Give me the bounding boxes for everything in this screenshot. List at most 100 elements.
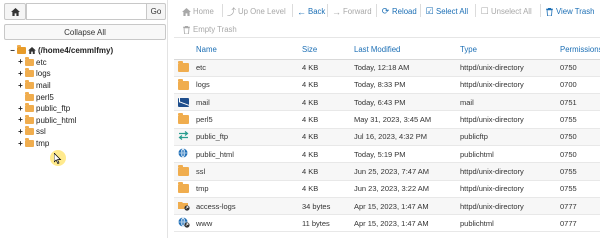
folder-icon: [178, 182, 189, 194]
tree-item-label: perl5: [36, 92, 54, 102]
tree-root-label: (/home4/cemmlfmy): [38, 46, 114, 56]
toolbar-divider: [327, 4, 328, 17]
file-modified: Jul 16, 2023, 4:32 PM: [354, 128, 460, 146]
go-button[interactable]: Go: [146, 3, 166, 20]
directory-tree-panel: Go Collapse All − (/home4/cemmlfmy) + et…: [0, 0, 168, 238]
tree-item-public-ftp[interactable]: + public_ftp: [9, 103, 165, 115]
home-button[interactable]: Home: [182, 7, 214, 16]
file-name[interactable]: public_html: [196, 145, 302, 164]
tree-item-label: etc: [36, 57, 47, 67]
unselect-all-button[interactable]: ☐ Unselect All: [480, 6, 531, 16]
table-row[interactable]: www 11 bytes Apr 15, 2023, 1:47 AM publi…: [174, 214, 600, 233]
back-label: Back: [308, 7, 326, 16]
file-name[interactable]: ssl: [196, 162, 302, 181]
file-name[interactable]: www: [196, 214, 302, 233]
home-directory-button[interactable]: [4, 3, 26, 20]
expand-toggle-icon[interactable]: +: [17, 58, 24, 66]
column-header-type[interactable]: Type: [460, 40, 560, 60]
tree-item-perl5[interactable]: perl5: [9, 91, 165, 103]
table-row[interactable]: tmp 4 KB Jun 23, 2023, 3:22 AM httpd/uni…: [174, 180, 600, 198]
file-permissions[interactable]: 0750: [560, 128, 600, 146]
folder-icon: [25, 103, 34, 113]
tree-root[interactable]: − (/home4/cemmlfmy): [9, 45, 165, 57]
expand-toggle-icon[interactable]: +: [17, 81, 24, 90]
tree-item-etc[interactable]: + etc: [9, 56, 165, 69]
file-type: httpd/unix-directory: [460, 110, 560, 129]
file-permissions[interactable]: 0777: [560, 214, 600, 233]
table-row[interactable]: mail 4 KB Today, 6:43 PM mail 0751: [174, 93, 600, 112]
file-modified: Apr 15, 2023, 1:47 AM: [354, 197, 460, 216]
toolbar-divider: [376, 4, 377, 17]
checked-box-icon: ☑: [425, 6, 434, 16]
file-name[interactable]: etc: [196, 59, 302, 77]
file-type: publichtml: [460, 145, 560, 164]
tree-item-ssl[interactable]: + ssl: [9, 126, 165, 138]
tree-item-label: ssl: [36, 127, 46, 137]
file-name[interactable]: perl5: [196, 110, 302, 129]
home-icon: [182, 7, 191, 16]
toolbar-divider: [540, 4, 541, 17]
file-name[interactable]: tmp: [196, 180, 302, 198]
file-name[interactable]: access-logs: [196, 197, 302, 216]
table-row[interactable]: public_ftp 4 KB Jul 16, 2023, 4:32 PM pu…: [174, 128, 600, 146]
view-trash-button[interactable]: View Trash: [545, 7, 594, 16]
up-one-level-button[interactable]: ⤴ Up One Level: [227, 7, 286, 17]
folder-icon: [25, 68, 34, 78]
expand-toggle-icon[interactable]: +: [17, 69, 24, 78]
file-permissions[interactable]: 0777: [560, 197, 600, 216]
expand-toggle-icon[interactable]: +: [17, 104, 24, 113]
file-size: 4 KB: [302, 59, 354, 77]
folder-icon: [25, 91, 34, 101]
tree-item-label: logs: [36, 69, 51, 79]
select-all-button[interactable]: ☑ Select All: [425, 6, 468, 16]
expand-toggle-icon[interactable]: +: [17, 127, 24, 136]
unchecked-box-icon: ☐: [480, 6, 489, 16]
table-row[interactable]: etc 4 KB Today, 12:18 AM httpd/unix-dire…: [174, 59, 600, 77]
file-permissions[interactable]: 0751: [560, 93, 600, 112]
forward-button[interactable]: → Forward: [332, 7, 372, 17]
file-name[interactable]: public_ftp: [196, 128, 302, 146]
empty-trash-button[interactable]: Empty Trash: [182, 25, 237, 34]
file-manager-toolbar: Home ⤴ Up One Level ← Back → Forward ⟳ R…: [174, 0, 600, 38]
table-row[interactable]: ssl 4 KB Jun 25, 2023, 7:47 AM httpd/uni…: [174, 162, 600, 181]
expand-toggle-icon[interactable]: +: [17, 139, 24, 148]
file-permissions[interactable]: 0755: [560, 180, 600, 198]
ftp-transfer-icon: [178, 131, 189, 141]
folder-symlink-icon: [178, 201, 190, 211]
view-trash-label: View Trash: [556, 7, 595, 16]
tree-item-public-html[interactable]: + public_html: [9, 114, 165, 127]
file-size: 4 KB: [302, 110, 354, 129]
file-permissions[interactable]: 0755: [560, 162, 600, 181]
reload-button[interactable]: ⟳ Reload: [381, 6, 417, 16]
path-input[interactable]: [26, 3, 147, 20]
expand-toggle-icon[interactable]: +: [17, 116, 24, 124]
file-name[interactable]: mail: [196, 93, 302, 112]
file-permissions[interactable]: 0750: [560, 59, 600, 77]
column-header-permissions[interactable]: Permissions: [560, 40, 600, 60]
file-permissions[interactable]: 0750: [560, 145, 600, 164]
table-header-row: Name Size Last Modified Type Permissions: [174, 40, 600, 60]
table-row[interactable]: logs 4 KB Today, 8:33 PM httpd/unix-dire…: [174, 76, 600, 95]
tree-item-tmp[interactable]: + tmp: [9, 138, 165, 150]
file-size: 34 bytes: [302, 197, 354, 216]
tree-item-logs[interactable]: + logs: [9, 68, 165, 80]
column-header-size[interactable]: Size: [302, 40, 354, 60]
collapse-toggle-icon[interactable]: −: [9, 46, 16, 55]
trash-icon: [182, 25, 191, 34]
file-permissions[interactable]: 0700: [560, 76, 600, 95]
file-permissions[interactable]: 0755: [560, 110, 600, 129]
back-button[interactable]: ← Back: [297, 7, 326, 17]
file-size: 11 bytes: [302, 214, 354, 233]
table-row[interactable]: public_html 4 KB Today, 5:19 PM publicht…: [174, 145, 600, 164]
file-type: httpd/unix-directory: [460, 180, 560, 198]
globe-symlink-icon: [178, 217, 190, 228]
table-row[interactable]: perl5 4 KB May 31, 2023, 3:45 AM httpd/u…: [174, 110, 600, 129]
file-name[interactable]: logs: [196, 76, 302, 95]
collapse-all-button[interactable]: Collapse All: [4, 24, 166, 40]
column-header-last-modified[interactable]: Last Modified: [354, 40, 460, 60]
file-type: publicftp: [460, 128, 560, 146]
tree-item-mail[interactable]: + mail: [9, 80, 165, 92]
column-header-name[interactable]: Name: [196, 40, 302, 60]
file-modified: Today, 12:18 AM: [354, 59, 460, 77]
table-row[interactable]: access-logs 34 bytes Apr 15, 2023, 1:47 …: [174, 197, 600, 216]
